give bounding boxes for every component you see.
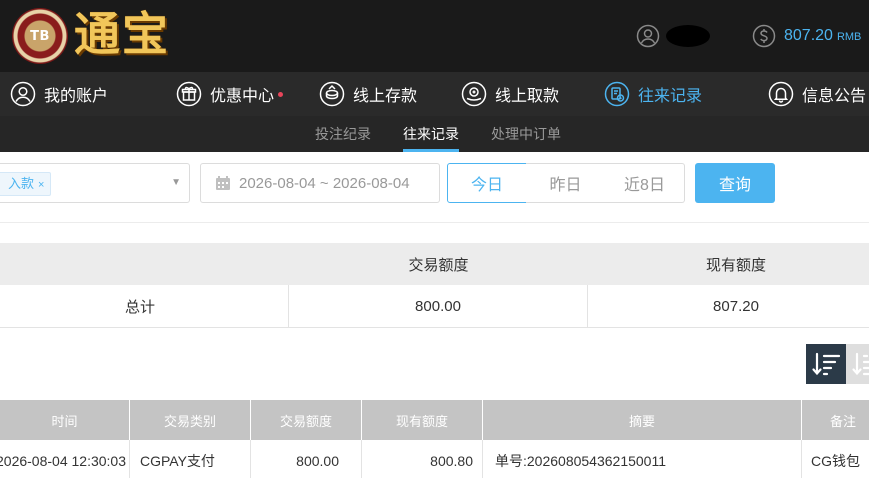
main-nav: 我的账户 优惠中心 线上存款 线上取款 往来记录 信息公告 [0,72,869,116]
user-circle-icon[interactable] [636,24,660,48]
date-range-value: 2026-08-04 ~ 2026-08-04 [239,174,410,192]
selected-type-tag: 入款 × [0,172,52,196]
user-circle-icon [10,81,36,107]
nav-online-deposit[interactable]: 线上存款 [319,72,417,116]
bell-icon [768,81,794,107]
transaction-type-select[interactable]: 入款 × ▼ [0,163,190,203]
nav-my-account[interactable]: 我的账户 [10,72,108,116]
nav-announcements[interactable]: 信息公告 [768,72,866,116]
sort-descending-icon [812,352,841,376]
record-cell-balance: 800.80 [362,440,483,478]
nav-label: 线上取款 [495,88,560,105]
tag-label: 入款 [8,176,35,191]
sort-ascending-button[interactable] [846,344,869,384]
notification-dot [278,92,284,97]
summary-header-row: 交易额度 现有额度 [0,243,869,285]
nav-label-wrap: 优惠中心 [210,82,284,106]
date-range-picker[interactable]: 2026-08-04 ~ 2026-08-04 [200,163,440,203]
username-masked[interactable] [666,25,710,47]
deposit-coin-icon [319,81,345,107]
query-button[interactable]: 查询 [695,163,775,203]
logo-text[interactable]: 通宝 [74,6,170,62]
logo-badge-text: TB [30,28,50,44]
quick-range-last-8-days[interactable]: 近8日 [605,163,685,203]
sort-descending-button[interactable] [806,344,846,384]
nav-label: 我的账户 [44,88,109,105]
record-cell-summary: 单号:202608054362150011 [483,440,802,478]
nav-promotions[interactable]: 优惠中心 [176,72,284,116]
summary-cell-amount: 800.00 [289,285,588,327]
nav-label: 往来记录 [638,88,703,105]
subtab-transaction-records[interactable]: 往来记录 [403,116,459,152]
quick-range-yesterday[interactable]: 昨日 [526,163,606,203]
gift-icon [176,81,202,107]
records-header-balance[interactable]: 现有额度 [362,400,483,440]
tag-remove-icon[interactable]: × [38,179,44,191]
record-cell-remark: CG钱包 [811,453,860,469]
records-header-row: 时间 交易类别 交易额度 现有额度 摘要 备注 [0,400,869,440]
summary-cell-label: 总计 [0,285,289,327]
dollar-coin-icon [752,24,776,48]
nav-label: 线上存款 [353,88,418,105]
records-header-summary[interactable]: 摘要 [483,400,802,440]
summary-cell-balance: 807.20 [713,297,759,315]
sub-nav: 投注纪录 往来记录 处理中订单 [0,116,869,152]
withdraw-coin-icon [461,81,487,107]
summary-header-cell [0,243,289,285]
records-history-icon [604,81,630,107]
nav-transaction-records[interactable]: 往来记录 [604,72,702,116]
table-row[interactable]: 2026-08-04 12:30:03 CGPAY支付 800.00 800.8… [0,440,869,478]
record-cell-type: CGPAY支付 [130,440,251,478]
records-header-amount[interactable]: 交易额度 [251,400,362,440]
balance-display: 807.20 RMB [784,26,861,47]
top-header: TB 通宝 807.20 RMB [0,0,869,72]
calendar-icon [216,176,230,190]
caret-down-icon[interactable]: ▼ [171,177,181,188]
record-cell-amount: 800.00 [251,440,362,478]
subtab-pending-orders[interactable]: 处理中订单 [491,116,561,152]
subtab-bet-records[interactable]: 投注纪录 [315,116,371,152]
logo-badge[interactable]: TB [12,8,68,64]
records-header-time[interactable]: 时间 [0,400,130,440]
balance-amount: 807.20 [784,27,833,44]
summary-header-cell: 现有额度 [705,256,766,274]
quick-range-today[interactable]: 今日 [447,163,527,203]
nav-label: 信息公告 [802,88,867,105]
divider [0,222,869,223]
sort-ascending-icon [852,352,869,376]
record-cell-time: 2026-08-04 12:30:03 [0,440,130,478]
records-header-type[interactable]: 交易类别 [130,400,251,440]
nav-online-withdraw[interactable]: 线上取款 [461,72,559,116]
nav-label: 优惠中心 [210,88,275,105]
records-header-remark[interactable]: 备注 [802,400,869,440]
summary-total-row: 总计 800.00 807.20 [0,285,869,328]
summary-header-cell: 交易额度 [408,256,469,274]
balance-currency: RMB [836,31,862,43]
